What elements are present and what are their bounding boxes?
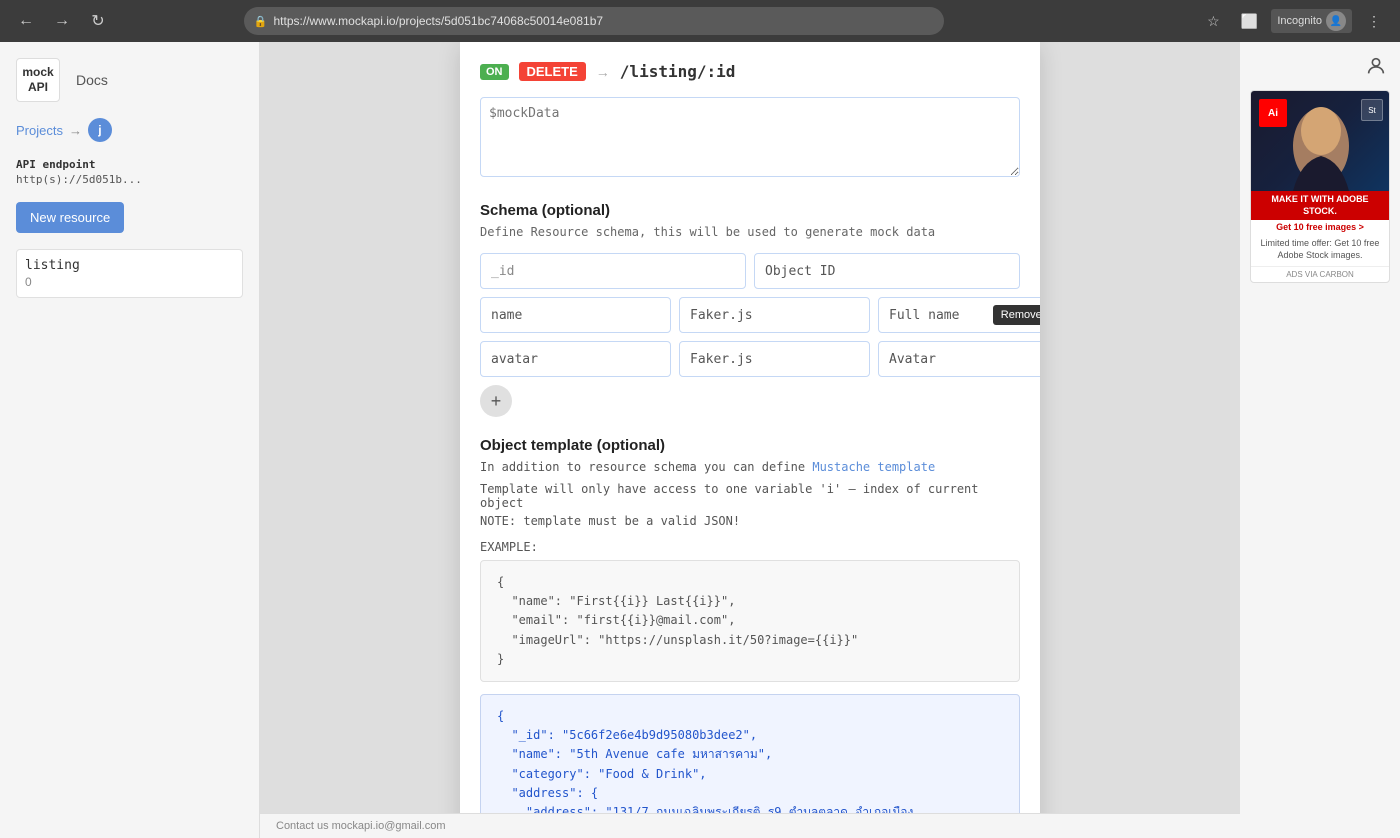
incognito-badge: Incognito 👤	[1271, 9, 1352, 33]
docs-link[interactable]: Docs	[76, 72, 108, 88]
template-intro: In addition to resource schema you can d…	[480, 460, 1020, 474]
cast-button[interactable]: ⬜	[1235, 7, 1263, 35]
api-endpoint-url: http(s)://5d051b...	[16, 173, 243, 186]
stock-badge: St	[1361, 99, 1383, 121]
example-code-box: { "name": "First{{i}} Last{{i}}", "email…	[480, 560, 1020, 682]
new-resource-button[interactable]: New resource	[16, 202, 124, 233]
modal: ON DELETE → /listing/:id Schema (optiona…	[460, 42, 1040, 838]
ad-title: MAKE IT WITH ADOBE STOCK.	[1251, 191, 1389, 220]
resource-name: listing	[25, 258, 80, 273]
mustache-template-link[interactable]: Mustache template	[812, 460, 935, 474]
logo-box: mock API	[16, 58, 60, 102]
schema-row-id	[480, 253, 1020, 289]
method-badge: DELETE	[519, 62, 586, 81]
on-badge: ON	[480, 64, 509, 80]
add-field-button[interactable]: +	[480, 385, 512, 417]
schema-row-name: Remove field ✕	[480, 297, 1020, 333]
arrow-icon: →	[596, 64, 610, 80]
mock-data-textarea[interactable]	[480, 97, 1020, 177]
schema-row-avatar	[480, 341, 1020, 377]
address-bar: 🔒 https://www.mockapi.io/projects/5d051b…	[244, 7, 944, 35]
logo-mock: mock	[22, 66, 53, 79]
star-button[interactable]: ☆	[1199, 7, 1227, 35]
template-note: Template will only have access to one va…	[480, 482, 1020, 510]
page-layout: mock API Docs Projects → j API endpoint …	[0, 42, 1400, 838]
back-button[interactable]: ←	[12, 7, 40, 35]
ad-footer: ADS VIA CARBON	[1251, 266, 1389, 282]
reload-button[interactable]: ↻	[84, 7, 112, 35]
ad-subtitle[interactable]: Get 10 free images >	[1251, 220, 1389, 234]
example-label: EXAMPLE:	[480, 540, 1020, 554]
modal-header: ON DELETE → /listing/:id	[480, 62, 1020, 81]
template-section-title: Object template (optional)	[480, 437, 1020, 454]
resource-count: 0	[25, 275, 32, 289]
schema-section-desc: Define Resource schema, this will be use…	[480, 225, 1020, 239]
breadcrumb-arrow: →	[69, 123, 82, 138]
breadcrumb: Projects → j	[16, 118, 243, 142]
sidebar: mock API Docs Projects → j API endpoint …	[0, 42, 260, 838]
resource-item[interactable]: listing 0	[16, 249, 243, 298]
ad-illustration	[1281, 101, 1361, 191]
bottom-bar: Contact us mockapi.io@gmail.com	[260, 813, 1240, 838]
field-type-name[interactable]	[679, 297, 870, 333]
contact-text: Contact us mockapi.io@gmail.com	[276, 820, 446, 832]
logo-api: API	[28, 80, 48, 94]
lock-icon: 🔒	[254, 15, 268, 28]
field-name-name[interactable]	[480, 297, 671, 333]
user-icon-button[interactable]	[1360, 50, 1392, 82]
forward-button[interactable]: →	[48, 7, 76, 35]
field-type-avatar[interactable]	[679, 341, 870, 377]
ad-sidebar: Ai St MAKE IT WITH ADOBE STOCK. Get 10 f…	[1240, 42, 1400, 838]
api-endpoint-label: API endpoint	[16, 158, 243, 171]
ad-box[interactable]: Ai St MAKE IT WITH ADOBE STOCK. Get 10 f…	[1250, 90, 1390, 283]
browser-actions: ☆ ⬜ Incognito 👤 ⋮	[1199, 7, 1388, 35]
ad-body: Limited time offer: Get 10 free Adobe St…	[1251, 234, 1389, 265]
browser-chrome: ← → ↻ 🔒 https://www.mockapi.io/projects/…	[0, 0, 1400, 42]
api-endpoint-section: API endpoint http(s)://5d051b...	[16, 158, 243, 186]
sidebar-logo: mock API Docs	[16, 58, 243, 102]
schema-section-title: Schema (optional)	[480, 202, 1020, 219]
field-type-id[interactable]	[754, 253, 1020, 289]
main-content: ON DELETE → /listing/:id Schema (optiona…	[260, 42, 1240, 838]
field-name-avatar[interactable]	[480, 341, 671, 377]
field-name-id[interactable]	[480, 253, 746, 289]
incognito-avatar: 👤	[1326, 11, 1346, 31]
template-section: Object template (optional) In addition t…	[480, 437, 1020, 838]
breadcrumb-projects-link[interactable]: Projects	[16, 123, 63, 138]
menu-button[interactable]: ⋮	[1360, 7, 1388, 35]
field-desc-avatar[interactable]	[878, 341, 1040, 377]
breadcrumb-current: j	[88, 118, 112, 142]
endpoint-path: /listing/:id	[620, 62, 736, 81]
template-note2: NOTE: template must be a valid JSON!	[480, 514, 1020, 528]
url-text: https://www.mockapi.io/projects/5d051bc7…	[273, 14, 603, 28]
ad-image: Ai St	[1251, 91, 1390, 191]
field-desc-name[interactable]	[878, 297, 1040, 333]
